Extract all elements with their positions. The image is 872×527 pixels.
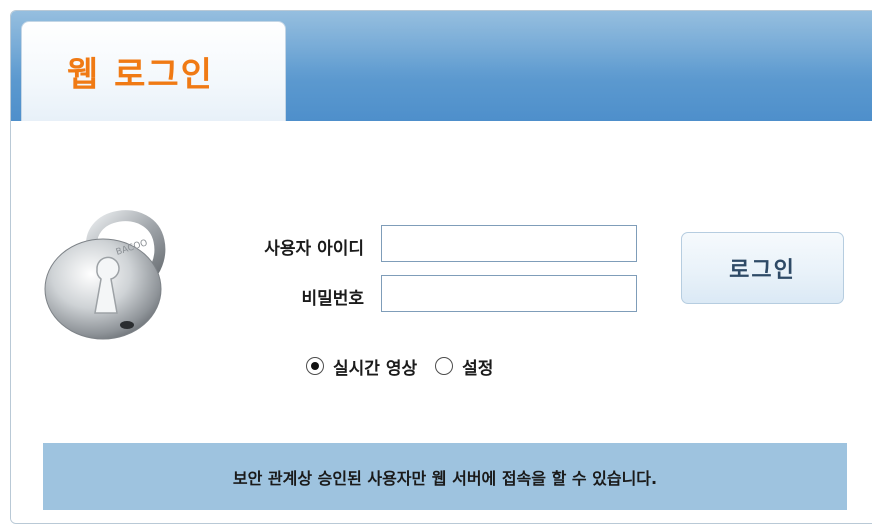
radio-settings[interactable] xyxy=(435,357,454,375)
page-title: 웹 로그인 xyxy=(67,55,214,95)
padlock-icon: BACOO xyxy=(44,210,166,340)
login-tab: 웹 로그인 xyxy=(21,21,286,123)
web-login-panel: 웹 로그인 BACOO 사용자 아이디 비밀번호 로그인 실시간 영상 설정 보… xyxy=(10,10,872,524)
login-button[interactable]: 로그인 xyxy=(681,232,844,304)
mode-radio-group: 실시간 영상 설정 xyxy=(306,353,511,379)
user-id-label: 사용자 아이디 xyxy=(264,239,364,259)
radio-settings-label[interactable]: 설정 xyxy=(462,354,493,379)
password-input[interactable] xyxy=(381,275,637,312)
user-id-input[interactable] xyxy=(381,225,637,262)
radio-selected-dot xyxy=(311,362,319,370)
radio-live-video-label[interactable]: 실시간 영상 xyxy=(333,354,417,379)
radio-live-video[interactable] xyxy=(306,357,324,375)
security-notice-text: 보안 관계상 승인된 사용자만 웹 서버에 접속을 할 수 있습니다. xyxy=(232,468,658,488)
security-notice: 보안 관계상 승인된 사용자만 웹 서버에 접속을 할 수 있습니다. xyxy=(43,443,847,510)
login-body: BACOO 사용자 아이디 비밀번호 로그인 실시간 영상 설정 보안 관계상 … xyxy=(11,121,872,523)
password-label: 비밀번호 xyxy=(301,289,364,309)
